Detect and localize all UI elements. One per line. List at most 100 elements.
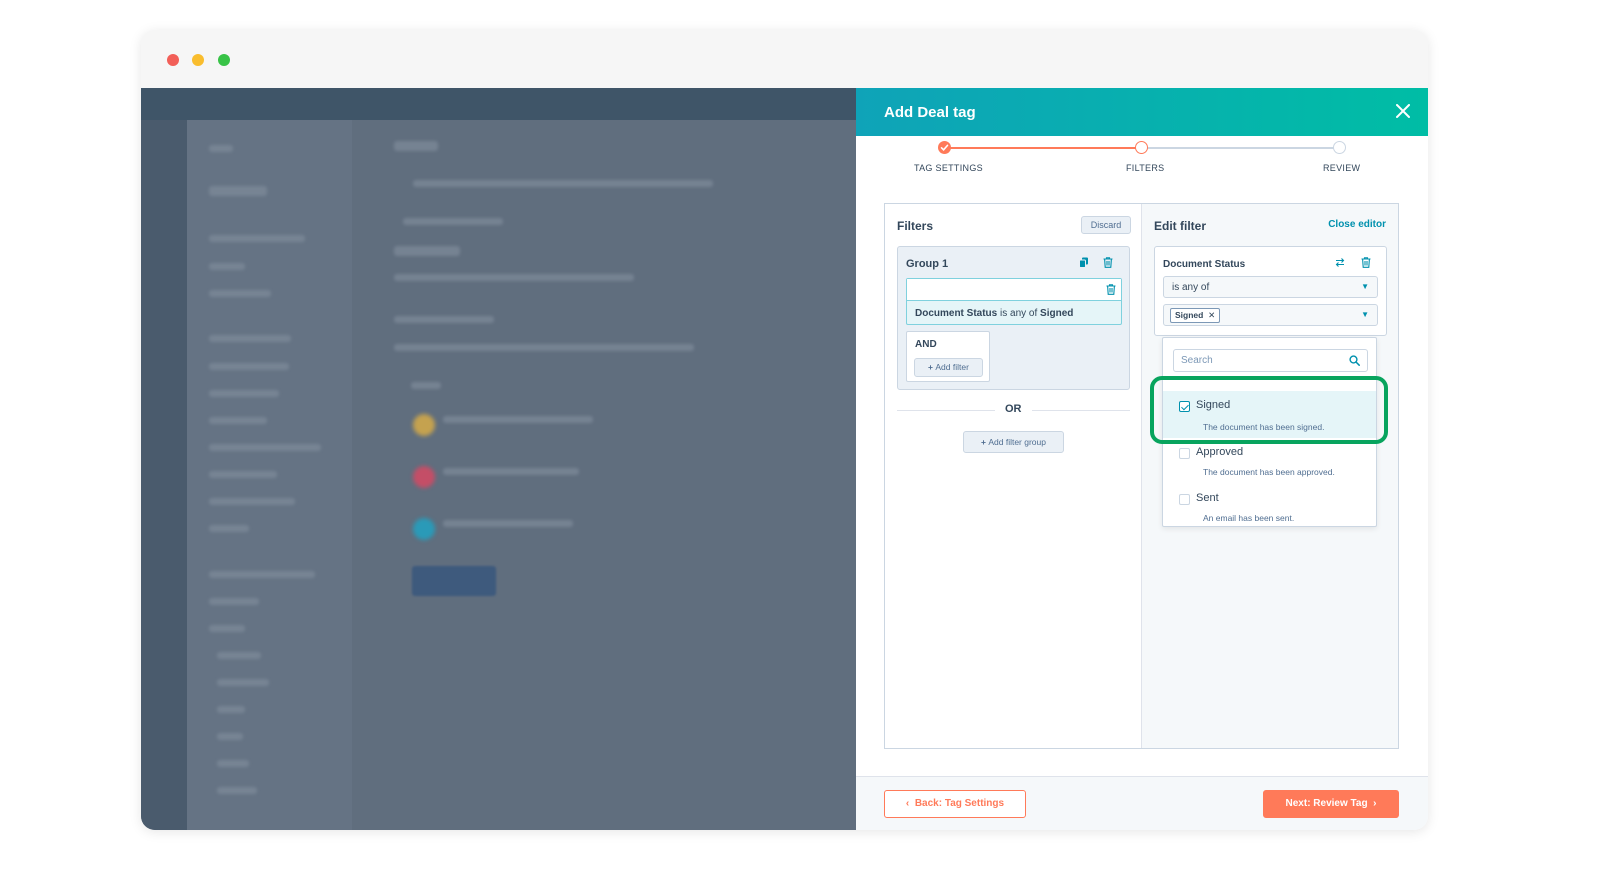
option-label: Approved: [1196, 446, 1244, 458]
next-button-label: Next: Review Tag: [1285, 798, 1368, 809]
blurred-text: [411, 382, 441, 389]
filter-card-toolbar: [907, 279, 1121, 301]
delete-filter-button[interactable]: [1106, 284, 1116, 298]
chevron-left-icon: ‹: [905, 798, 910, 809]
search-placeholder: Search: [1181, 355, 1213, 366]
stepper-remaining-line: [1142, 147, 1339, 149]
blurred-text: [217, 652, 261, 659]
filter-summary: Document Status is any of Signed: [915, 308, 1073, 319]
minimize-window-dot[interactable]: [192, 54, 204, 66]
step-label-review: REVIEW: [1323, 163, 1361, 173]
blurred-text: [217, 679, 269, 686]
blurred-text: [394, 141, 438, 151]
back-button-label: Back: Tag Settings: [914, 798, 1005, 809]
selected-value-label: Signed: [1175, 310, 1204, 320]
filter-card[interactable]: Document Status is any of Signed: [906, 278, 1122, 325]
values-select[interactable]: Signed ✕ ▼: [1163, 304, 1378, 326]
operator-value: is any of: [1172, 282, 1210, 293]
delete-group-button[interactable]: [1103, 257, 1113, 271]
option-checkbox[interactable]: [1179, 448, 1190, 459]
blurred-text: [209, 498, 295, 505]
add-filter-group-label: Add filter group: [988, 437, 1046, 447]
blurred-text: [209, 390, 279, 397]
blurred-avatar: [413, 414, 435, 436]
filters-column: Filters Discard Group 1 Document Status …: [885, 204, 1142, 748]
option-approved[interactable]: Approved The document has been approved.: [1163, 442, 1376, 486]
option-sent[interactable]: Sent An email has been sent.: [1163, 488, 1376, 532]
chevron-right-icon: ›: [1373, 798, 1377, 809]
blurred-text: [394, 246, 460, 256]
blurred-text: [217, 787, 257, 794]
option-checkbox[interactable]: [1179, 401, 1190, 412]
blurred-text: [394, 274, 634, 281]
or-label: OR: [1005, 403, 1022, 415]
close-editor-link[interactable]: Close editor: [1328, 219, 1386, 230]
close-window-dot[interactable]: [167, 54, 179, 66]
swap-icon: [1335, 258, 1345, 267]
property-filter-box: Document Status is any of ▼ Signed ✕ ▼: [1154, 246, 1387, 336]
blurred-text: [217, 760, 249, 767]
blurred-text: [209, 625, 245, 632]
clone-group-button[interactable]: [1079, 257, 1089, 271]
checkmark-icon: [940, 144, 949, 151]
blurred-text: [209, 363, 289, 370]
option-checkbox[interactable]: [1179, 494, 1190, 505]
blurred-text: [443, 416, 593, 423]
remove-tag-icon[interactable]: ✕: [1208, 310, 1215, 320]
switch-property-button[interactable]: [1335, 257, 1345, 271]
caret-down-icon: ▼: [1361, 310, 1369, 319]
filters-heading: Filters: [897, 219, 934, 233]
or-divider: OR: [897, 403, 1130, 417]
option-signed[interactable]: Signed The document has been signed.: [1163, 391, 1376, 438]
blurred-text: [209, 444, 321, 451]
divider-line: [897, 410, 995, 411]
blurred-text: [394, 316, 494, 323]
back-button[interactable]: ‹ Back: Tag Settings: [884, 790, 1026, 818]
discard-button[interactable]: Discard: [1081, 216, 1131, 234]
step-filters-indicator[interactable]: [1135, 141, 1148, 154]
option-description: The document has been approved.: [1203, 467, 1335, 477]
blurred-text: [209, 290, 271, 297]
background-top-nav: [141, 88, 856, 120]
filter-summary-operator: is any of: [1000, 308, 1038, 319]
panel-footer: ‹ Back: Tag Settings Next: Review Tag ›: [856, 776, 1428, 830]
option-description: The document has been signed.: [1203, 422, 1325, 432]
add-filter-label: Add filter: [935, 362, 969, 372]
property-name: Document Status: [1163, 259, 1246, 270]
filter-summary-property: Document Status: [915, 308, 998, 319]
filter-group-1: Group 1 Document Status is any of Signed…: [897, 246, 1130, 390]
background-icon-rail: [141, 120, 187, 830]
blurred-text: [209, 571, 315, 578]
operator-select[interactable]: is any of ▼: [1163, 276, 1378, 298]
blurred-text: [217, 706, 245, 713]
blurred-text: [209, 471, 277, 478]
plus-icon: +: [928, 362, 934, 372]
search-icon: [1349, 355, 1360, 366]
add-filter-button[interactable]: + Add filter: [914, 358, 983, 377]
blurred-text: [403, 218, 503, 225]
panel-title: Add Deal tag: [884, 104, 976, 121]
blurred-text: [413, 180, 713, 187]
search-input[interactable]: Search: [1173, 349, 1368, 372]
blurred-avatar: [413, 466, 435, 488]
blurred-text: [443, 520, 573, 527]
trash-icon: [1103, 257, 1113, 268]
values-dropdown: Search Signed The document has been sign…: [1162, 337, 1377, 527]
plus-icon: +: [981, 437, 986, 447]
delete-property-filter-button[interactable]: [1361, 257, 1371, 271]
step-tag-settings-indicator[interactable]: [938, 141, 951, 154]
maximize-window-dot[interactable]: [218, 54, 230, 66]
step-label-filters: FILTERS: [1126, 163, 1165, 173]
copy-icon: [1079, 257, 1088, 268]
next-button[interactable]: Next: Review Tag ›: [1263, 790, 1399, 818]
blurred-text: [209, 235, 305, 242]
blurred-text: [209, 145, 233, 152]
edit-filter-column: Edit filter Close editor Document Status: [1142, 204, 1398, 748]
add-filter-group-button[interactable]: + Add filter group: [963, 431, 1064, 453]
step-review-indicator[interactable]: [1333, 141, 1346, 154]
close-panel-button[interactable]: [1392, 100, 1414, 122]
blurred-text: [443, 468, 579, 475]
blurred-text: [209, 525, 249, 532]
option-label: Signed: [1196, 399, 1231, 411]
filter-editor: Filters Discard Group 1 Document Status …: [884, 203, 1399, 749]
